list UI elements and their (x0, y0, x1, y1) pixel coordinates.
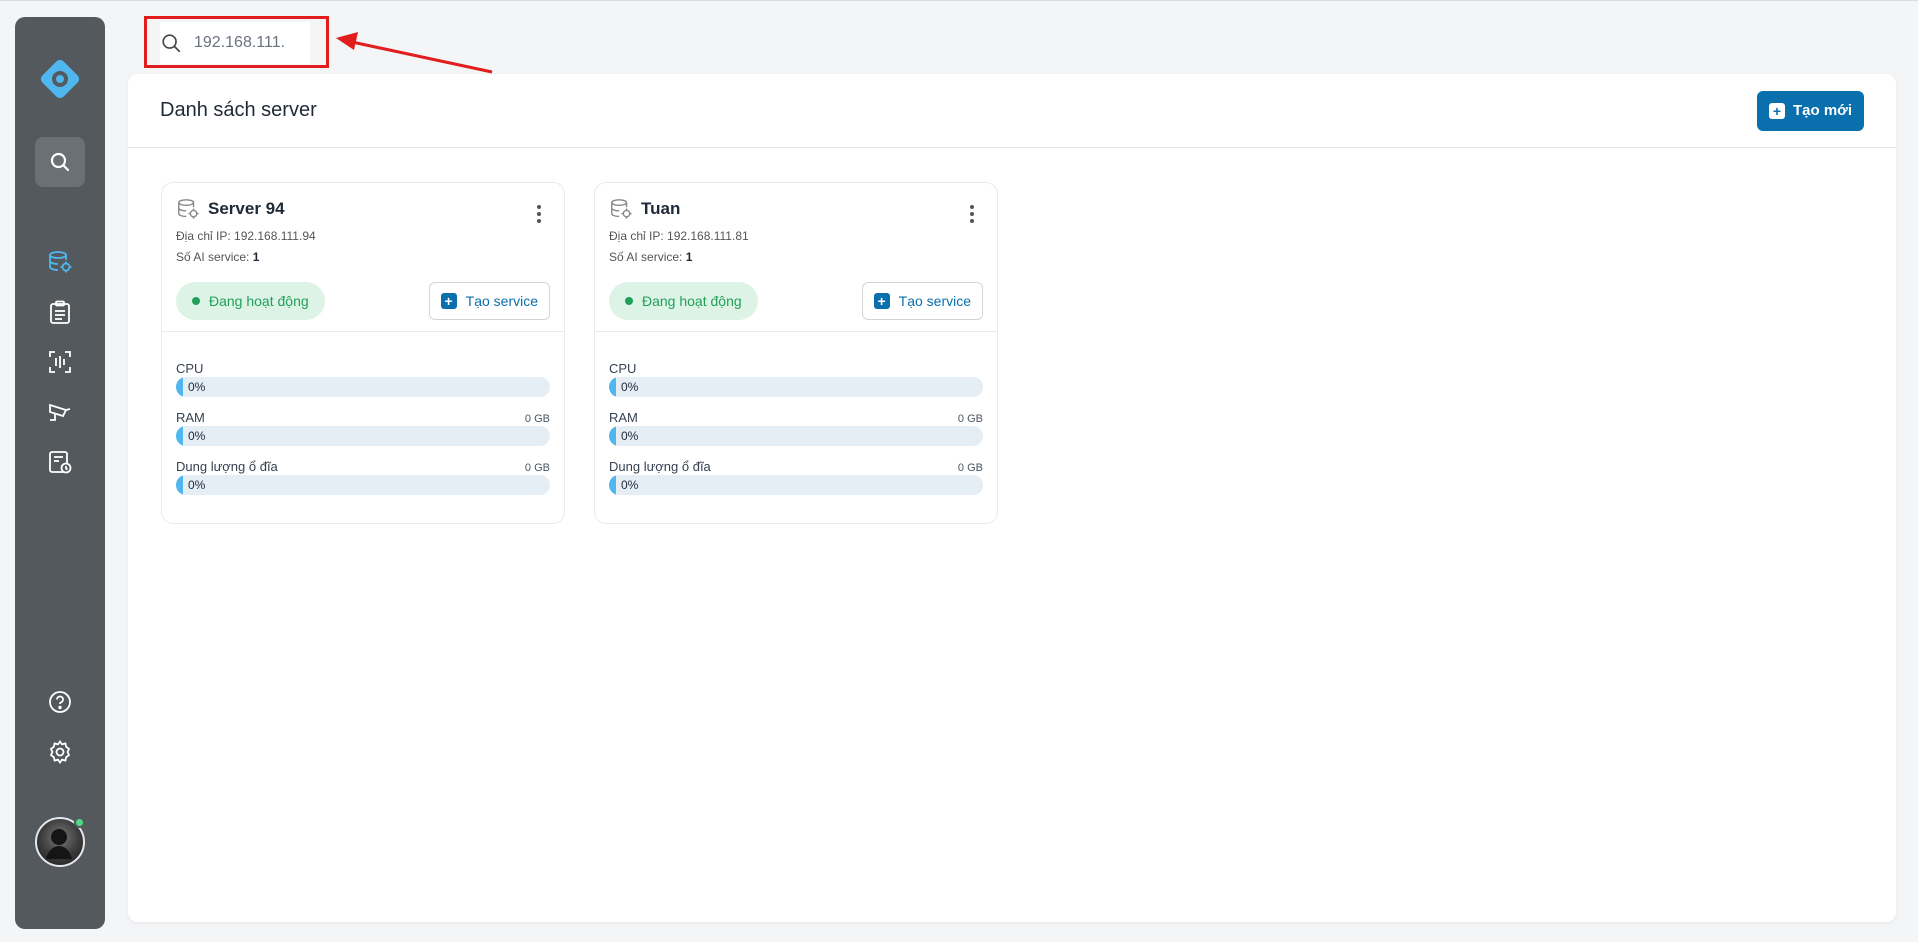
progress-bar: 0% (609, 426, 983, 446)
gear-icon (49, 739, 71, 765)
metric-disk: Dung lượng ổ đĩa 0 GB 0% (609, 456, 983, 495)
metric-cpu: CPU 0% (176, 358, 550, 397)
status-dot-icon (192, 297, 200, 305)
server-ip: Địa chỉ IP: 192.168.111.81 (609, 229, 749, 243)
server-icon (611, 199, 632, 219)
sidebar-item-report[interactable] (45, 447, 75, 477)
status-badge: Đang hoạt động (609, 282, 758, 320)
server-ai-count: Số AI service: 1 (609, 250, 693, 264)
status-badge: Đang hoạt động (176, 282, 325, 320)
create-service-button[interactable]: + Tạo service (861, 282, 983, 320)
report-icon (49, 451, 72, 474)
top-border (0, 0, 1918, 1)
metric-ram: RAM 0 GB 0% (609, 407, 983, 446)
progress-bar: 0% (176, 475, 550, 495)
search-box (160, 22, 310, 64)
camera-icon (49, 403, 71, 421)
servers-icon (49, 251, 72, 273)
metric-ram: RAM 0 GB 0% (176, 407, 550, 446)
progress-bar: 0% (176, 377, 550, 397)
metric-cpu: CPU 0% (609, 358, 983, 397)
plus-icon: + (440, 293, 457, 309)
status-dot-icon (625, 297, 633, 305)
create-server-button[interactable]: + Tạo mới (1756, 90, 1864, 131)
settings-button[interactable] (45, 737, 75, 767)
sidebar-item-clipboard[interactable] (45, 297, 75, 327)
main-header: Danh sách server + Tạo mới (128, 74, 1896, 148)
plus-icon: + (1768, 102, 1785, 119)
server-ip: Địa chỉ IP: 192.168.111.94 (176, 229, 316, 243)
sidebar-item-scan[interactable] (45, 347, 75, 377)
search-icon (50, 152, 70, 172)
server-name: Server 94 (208, 199, 285, 218)
sidebar (15, 17, 105, 929)
server-list: Server 94 Địa chỉ IP: 192.168.111.94 Số … (161, 182, 998, 524)
create-service-button[interactable]: + Tạo service (428, 282, 550, 320)
annotation-arrow (336, 32, 493, 74)
search-icon (162, 34, 181, 53)
progress-bar: 0% (176, 426, 550, 446)
plus-icon: + (873, 293, 890, 309)
progress-bar: 0% (609, 377, 983, 397)
scan-icon (49, 351, 71, 373)
more-options-icon[interactable] (530, 203, 548, 225)
main-panel: Danh sách server + Tạo mới Server 94 Địa… (128, 74, 1896, 922)
progress-bar: 0% (609, 475, 983, 495)
search-input[interactable] (194, 34, 304, 52)
clipboard-icon (50, 300, 70, 324)
server-card: Tuan Địa chỉ IP: 192.168.111.81 Số AI se… (594, 182, 998, 524)
more-options-icon[interactable] (963, 203, 981, 225)
sidebar-search-button[interactable] (35, 137, 85, 187)
server-name: Tuan (641, 199, 681, 218)
server-card: Server 94 Địa chỉ IP: 192.168.111.94 Số … (161, 182, 565, 524)
metric-disk: Dung lượng ổ đĩa 0 GB 0% (176, 456, 550, 495)
sidebar-item-servers[interactable] (45, 247, 75, 277)
server-ai-count: Số AI service: 1 (176, 250, 260, 264)
app-logo[interactable] (35, 54, 85, 104)
sidebar-item-camera[interactable] (45, 397, 75, 427)
user-avatar-button[interactable] (35, 817, 85, 867)
create-button-label: Tạo mới (1792, 102, 1852, 119)
online-status-dot (74, 817, 85, 828)
server-icon (178, 199, 199, 219)
help-button[interactable] (45, 687, 75, 717)
page-title: Danh sách server (160, 99, 317, 121)
help-icon (49, 691, 71, 713)
